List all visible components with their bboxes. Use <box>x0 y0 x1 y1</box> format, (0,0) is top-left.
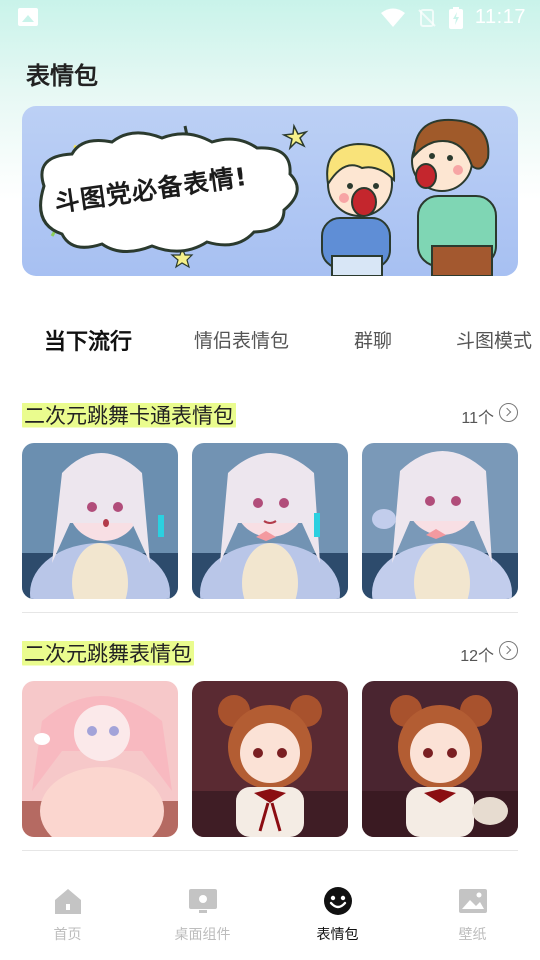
image-icon <box>458 889 487 913</box>
nav-item-wallpaper[interactable]: 壁纸 <box>405 868 540 960</box>
sticker-thumbnail[interactable] <box>362 681 518 837</box>
home-icon <box>54 889 81 914</box>
tab-meme-battle[interactable]: 斗图模式 <box>456 326 532 353</box>
chevron-right-icon[interactable] <box>499 403 518 422</box>
nav-label: 桌面组件 <box>174 927 231 943</box>
nav-label: 表情包 <box>316 927 359 943</box>
section-header: 二次元跳舞卡通表情包 11个 <box>22 396 518 432</box>
section-count[interactable]: 12个 <box>460 642 494 666</box>
bottom-navigation: 首页 桌面组件 表情包 壁纸 <box>0 868 540 960</box>
no-signal-icon <box>418 8 436 27</box>
sticker-thumbnail[interactable] <box>362 443 518 599</box>
nav-item-home[interactable]: 首页 <box>0 868 135 960</box>
sticker-thumbnail[interactable] <box>22 443 178 599</box>
divider <box>22 612 518 613</box>
section-title: 二次元跳舞卡通表情包 <box>22 400 236 430</box>
promo-banner[interactable]: 斗图党必备表情! <box>22 106 518 276</box>
smiley-icon <box>323 887 352 915</box>
section-header: 二次元跳舞表情包 12个 <box>22 634 518 670</box>
widget-icon <box>188 889 217 913</box>
status-bar: 11:17 <box>0 0 540 36</box>
tab-couple[interactable]: 情侣表情包 <box>194 326 289 353</box>
status-icons: 11:17 <box>380 6 526 29</box>
sticker-thumbnail[interactable] <box>192 443 348 599</box>
gallery-notification-icon <box>18 8 38 26</box>
divider <box>22 850 518 851</box>
section-count[interactable]: 11个 <box>461 404 494 428</box>
tab-trending[interactable]: 当下流行 <box>44 324 132 356</box>
page-title: 表情包 <box>26 62 98 90</box>
nav-label: 首页 <box>53 927 82 943</box>
sticker-thumbnail[interactable] <box>22 681 178 837</box>
nav-label: 壁纸 <box>458 927 487 943</box>
nav-item-widgets[interactable]: 桌面组件 <box>135 868 270 960</box>
chevron-right-icon[interactable] <box>499 641 518 660</box>
tab-group-chat[interactable]: 群聊 <box>354 326 392 353</box>
sticker-thumbnails <box>22 443 518 599</box>
section-title: 二次元跳舞表情包 <box>22 638 194 668</box>
battery-charging-icon <box>448 6 463 29</box>
category-tabs: 当下流行 情侣表情包 群聊 斗图模式 <box>0 320 540 364</box>
wifi-icon <box>380 8 405 27</box>
nav-item-stickers[interactable]: 表情包 <box>270 868 405 960</box>
sticker-thumbnails <box>22 681 518 837</box>
status-time: 11:17 <box>474 6 526 28</box>
sticker-thumbnail[interactable] <box>192 681 348 837</box>
